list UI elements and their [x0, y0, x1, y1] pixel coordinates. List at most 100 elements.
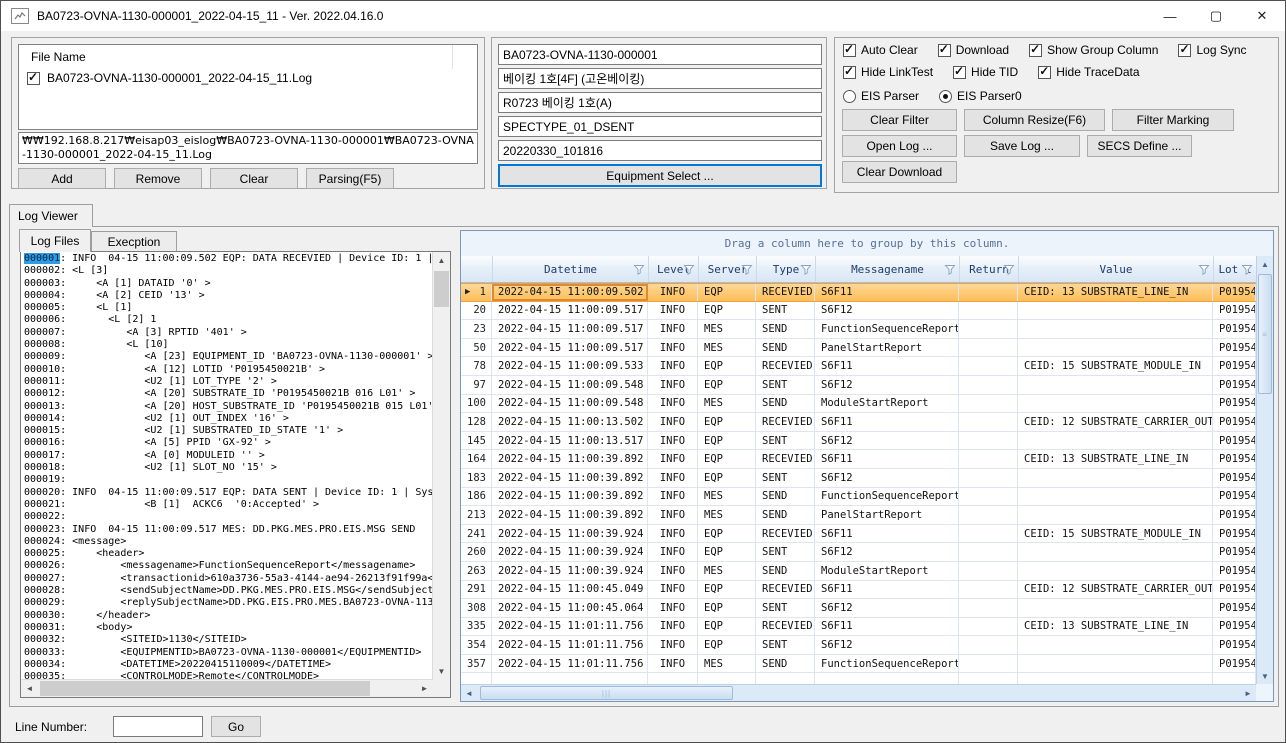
grid-column-header-type[interactable]: Type: [757, 256, 816, 282]
equipment-field-3[interactable]: R0723 베이킹 1호(A): [498, 92, 822, 113]
grid-column-header-datetime[interactable]: Datetime: [493, 256, 649, 282]
close-button[interactable]: ✕: [1239, 1, 1285, 31]
grid-column-header-level[interactable]: Level: [649, 256, 699, 282]
go-button[interactable]: Go: [211, 716, 261, 737]
filter-funnel-icon[interactable]: [1241, 264, 1253, 275]
tab-log-files[interactable]: Log Files: [19, 229, 91, 252]
log-text-area[interactable]: 000001: INFO 04-15 11:00:09.502 EQP: DAT…: [20, 251, 451, 698]
file-list[interactable]: File Name BA0723-OVNA-1130-000001_2022-0…: [18, 44, 478, 130]
button-save-log-[interactable]: Save Log ...: [964, 135, 1080, 157]
checkbox-hide-linktest[interactable]: Hide LinkTest: [843, 65, 933, 79]
checkbox-hide-tid[interactable]: Hide TID: [953, 65, 1018, 79]
grid-header-row: DatetimeLevelServerTypeMessagenameReturn…: [461, 256, 1256, 283]
file-button-clear[interactable]: Clear: [210, 168, 298, 189]
filter-funnel-icon[interactable]: [683, 264, 695, 275]
grid-vscroll-thumb[interactable]: ≡: [1258, 274, 1272, 394]
file-button-add[interactable]: Add: [18, 168, 106, 189]
checkbox-log-sync[interactable]: Log Sync: [1178, 43, 1246, 57]
tab-log-viewer[interactable]: Log Viewer: [9, 204, 93, 227]
table-row[interactable]: 2632022-04-15 11:00:39.924INFOMESSENDMod…: [461, 562, 1256, 581]
grid-column-header-server[interactable]: Server: [699, 256, 757, 282]
table-row[interactable]: 2132022-04-15 11:00:39.892INFOMESSENDPan…: [461, 506, 1256, 525]
table-row[interactable]: 2602022-04-15 11:00:39.924INFOEQPSENTS6F…: [461, 543, 1256, 562]
grid-scroll-left-icon[interactable]: ◄: [461, 685, 477, 701]
grid-column-header-messagename[interactable]: Messagename: [816, 256, 960, 282]
grid-cell: INFO: [648, 432, 698, 450]
table-row[interactable]: 1282022-04-15 11:00:13.502INFOEQPRECEVIE…: [461, 413, 1256, 432]
grid-column-header-lot-i[interactable]: Lot i: [1214, 256, 1257, 282]
table-row[interactable]: 3542022-04-15 11:01:11.756INFOEQPSENTS6F…: [461, 636, 1256, 655]
log-horizontal-scrollbar[interactable]: ◄ ►: [21, 679, 433, 697]
log-hscroll-thumb[interactable]: [40, 681, 370, 696]
equipment-field-1[interactable]: BA0723-OVNA-1130-000001: [498, 44, 822, 65]
file-path-box[interactable]: ₩₩192.168.8.217₩eisap03_eislog₩BA0723-OV…: [18, 132, 478, 164]
radio-eis-parser0[interactable]: EIS Parser0: [939, 89, 1022, 103]
line-number-input[interactable]: [113, 716, 203, 737]
scroll-left-icon[interactable]: ◄: [21, 680, 38, 697]
table-row[interactable]: 232022-04-15 11:00:09.517INFOMESSENDFunc…: [461, 320, 1256, 339]
scroll-up-icon[interactable]: ▲: [433, 252, 450, 269]
grid-horizontal-scrollbar[interactable]: ◄ ||| ►: [461, 684, 1256, 701]
table-row[interactable]: 1642022-04-15 11:00:39.892INFOEQPRECEVIE…: [461, 450, 1256, 469]
log-vscroll-thumb[interactable]: [434, 271, 449, 307]
button-clear-filter[interactable]: Clear Filter: [842, 109, 957, 131]
checkbox-hide-tracedata[interactable]: Hide TraceData: [1038, 65, 1139, 79]
grid-column-header-return[interactable]: Return: [960, 256, 1019, 282]
button-column-resize-f6-[interactable]: Column Resize(F6): [964, 109, 1105, 131]
grid-cell: P0195450: [1213, 413, 1256, 431]
checkbox-box-icon: [953, 66, 966, 79]
radio-eis-parser[interactable]: EIS Parser: [843, 89, 919, 103]
scroll-right-icon[interactable]: ►: [416, 680, 433, 697]
table-row[interactable]: 3572022-04-15 11:01:11.756INFOMESSENDFun…: [461, 655, 1256, 674]
filter-funnel-icon[interactable]: [1003, 264, 1015, 275]
tab-execption[interactable]: Execption: [91, 231, 177, 252]
button-open-log-[interactable]: Open Log ...: [842, 135, 957, 157]
grid-vertical-scrollbar[interactable]: ▲ ≡ ▼: [1256, 256, 1273, 684]
grid-group-by-bar[interactable]: Drag a column here to group by this colu…: [461, 231, 1273, 257]
table-row[interactable]: 2912022-04-15 11:00:45.049INFOEQPRECEVIE…: [461, 581, 1256, 600]
table-row[interactable]: 502022-04-15 11:00:09.517INFOMESSENDPane…: [461, 339, 1256, 358]
file-button-remove[interactable]: Remove: [114, 168, 202, 189]
maximize-button[interactable]: ▢: [1193, 1, 1239, 31]
table-row[interactable]: 3352022-04-15 11:01:11.756INFOEQPRECEVIE…: [461, 618, 1256, 637]
log-vertical-scrollbar[interactable]: ▲ ▼: [432, 252, 450, 680]
table-row[interactable]: 2412022-04-15 11:00:39.924INFOEQPRECEVIE…: [461, 525, 1256, 544]
checkbox-auto-clear[interactable]: Auto Clear: [843, 43, 918, 57]
filter-funnel-icon[interactable]: [1198, 264, 1210, 275]
minimize-button[interactable]: —: [1147, 1, 1193, 31]
table-row[interactable]: 782022-04-15 11:00:09.533INFOEQPRECEVIED…: [461, 357, 1256, 376]
log-line-number: 000027: [24, 573, 60, 584]
file-list-item[interactable]: BA0723-OVNA-1130-000001_2022-04-15_11.Lo…: [27, 71, 312, 85]
grid-scroll-up-icon[interactable]: ▲: [1257, 256, 1273, 272]
checkbox-show-group-column[interactable]: Show Group Column: [1029, 43, 1158, 57]
file-list-column-header[interactable]: File Name: [31, 50, 86, 64]
button-filter-marking[interactable]: Filter Marking: [1112, 109, 1234, 131]
grid-scroll-right-icon[interactable]: ►: [1240, 685, 1256, 701]
table-row[interactable]: 3082022-04-15 11:00:45.064INFOEQPSENTS6F…: [461, 599, 1256, 618]
equipment-field-4[interactable]: SPECTYPE_01_DSENT: [498, 116, 822, 137]
log-line: 000004: <A [2] CEID '13' >: [24, 290, 432, 302]
table-row[interactable]: 1862022-04-15 11:00:39.892INFOMESSENDFun…: [461, 488, 1256, 507]
scroll-down-icon[interactable]: ▼: [433, 663, 450, 680]
grid-column-header-value[interactable]: Value: [1019, 256, 1214, 282]
table-row[interactable]: ▶12022-04-15 11:00:09.502INFOEQPRECEVIED…: [461, 283, 1256, 302]
filter-funnel-icon[interactable]: [800, 264, 812, 275]
button-secs-define-[interactable]: SECS Define ...: [1087, 135, 1192, 157]
table-row[interactable]: 1832022-04-15 11:00:39.892INFOEQPSENTS6F…: [461, 469, 1256, 488]
table-row[interactable]: 1002022-04-15 11:00:09.548INFOMESSENDMod…: [461, 395, 1256, 414]
filter-funnel-icon[interactable]: [633, 264, 645, 275]
grid-hscroll-thumb[interactable]: |||: [480, 686, 733, 700]
file-button-parsing-f5-[interactable]: Parsing(F5): [306, 168, 394, 189]
button-clear-download[interactable]: Clear Download: [842, 161, 957, 183]
checkbox-download[interactable]: Download: [938, 43, 1009, 57]
file-checkbox[interactable]: [27, 72, 40, 85]
table-row[interactable]: 202022-04-15 11:00:09.517INFOEQPSENTS6F1…: [461, 302, 1256, 321]
equipment-field-5[interactable]: 20220330_101816: [498, 140, 822, 161]
table-row[interactable]: 972022-04-15 11:00:09.548INFOEQPSENTS6F1…: [461, 376, 1256, 395]
grid-scroll-down-icon[interactable]: ▼: [1257, 668, 1273, 684]
equipment-field-2[interactable]: 베이킹 1호[4F] (고온베이킹): [498, 68, 822, 89]
table-row[interactable]: 1452022-04-15 11:00:13.517INFOEQPSENTS6F…: [461, 432, 1256, 451]
filter-funnel-icon[interactable]: [944, 264, 956, 275]
equipment-select-button[interactable]: Equipment Select ...: [498, 164, 822, 187]
filter-funnel-icon[interactable]: [741, 264, 753, 275]
